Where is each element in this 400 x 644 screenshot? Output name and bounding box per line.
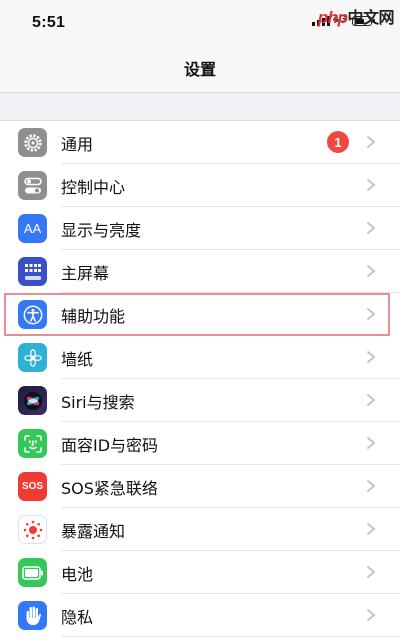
chevron-right-icon xyxy=(367,136,375,148)
status-time: 5:51 xyxy=(32,14,66,31)
settings-item-label: 控制中心 xyxy=(61,177,126,197)
settings-item-privacy[interactable]: 隐私 xyxy=(0,594,400,637)
toggles-icon xyxy=(18,171,47,200)
chevron-right-icon xyxy=(367,566,375,578)
face-id-icon xyxy=(18,429,47,458)
siri-icon xyxy=(18,386,47,415)
settings-item-label: 显示与亮度 xyxy=(61,220,142,240)
settings-item-label: SOS紧急联络 xyxy=(61,478,158,498)
chevron-right-icon xyxy=(367,265,375,277)
settings-item-display-brightness[interactable]: AA 显示与亮度 xyxy=(0,207,400,250)
settings-item-general[interactable]: 通用 1 xyxy=(0,121,400,164)
chevron-right-icon xyxy=(367,437,375,449)
hand-privacy-icon xyxy=(18,601,47,630)
settings-list: 通用 1 控制中心 AA 显示与亮度 主屏幕 辅助功能 墙纸 Siri与搜索 面… xyxy=(0,120,400,644)
settings-item-control-center[interactable]: 控制中心 xyxy=(0,164,400,207)
settings-item-label: 面容ID与密码 xyxy=(61,435,159,455)
page-title: 设置 xyxy=(183,60,216,79)
settings-item-label: 主屏幕 xyxy=(61,263,110,283)
settings-item-wallpaper[interactable]: 墙纸 xyxy=(0,336,400,379)
text-size-icon: AA xyxy=(18,214,47,243)
accessibility-icon xyxy=(18,300,47,329)
settings-item-battery[interactable]: 电池 xyxy=(0,551,400,594)
navigation-bar: 设置 xyxy=(0,44,400,93)
chevron-right-icon xyxy=(367,609,375,621)
home-grid-icon xyxy=(18,257,47,286)
settings-item-exposure-notifications[interactable]: 暴露通知 xyxy=(0,508,400,551)
settings-item-label: 通用 xyxy=(61,134,94,154)
sos-icon: SOS xyxy=(18,472,47,501)
settings-item-label: 墙纸 xyxy=(61,349,94,369)
settings-item-label: 隐私 xyxy=(61,607,94,627)
chevron-right-icon xyxy=(367,480,375,492)
chevron-right-icon xyxy=(367,351,375,363)
notification-badge: 1 xyxy=(327,131,349,153)
settings-item-face-id-passcode[interactable]: 面容ID与密码 xyxy=(0,422,400,465)
settings-item-label: 暴露通知 xyxy=(61,521,126,541)
watermark-logo: php中文网 xyxy=(317,8,395,27)
chevron-right-icon xyxy=(367,523,375,535)
wallpaper-flower-icon xyxy=(18,343,47,372)
gear-icon xyxy=(18,128,47,157)
exposure-notification-icon xyxy=(18,515,47,544)
settings-item-accessibility[interactable]: 辅助功能 xyxy=(4,293,390,336)
chevron-right-icon xyxy=(367,179,375,191)
settings-item-siri-search[interactable]: Siri与搜索 xyxy=(0,379,400,422)
chevron-right-icon xyxy=(367,394,375,406)
settings-item-label: 电池 xyxy=(61,564,94,584)
chevron-right-icon xyxy=(367,222,375,234)
settings-item-home-screen[interactable]: 主屏幕 xyxy=(0,250,400,293)
chevron-right-icon xyxy=(367,308,375,320)
status-bar: 5:51 4G php中文网 xyxy=(0,0,400,44)
settings-item-emergency-sos[interactable]: SOS SOS紧急联络 xyxy=(0,465,400,508)
settings-item-label: Siri与搜索 xyxy=(61,392,135,412)
battery-icon xyxy=(18,558,47,587)
settings-item-label: 辅助功能 xyxy=(61,306,126,326)
